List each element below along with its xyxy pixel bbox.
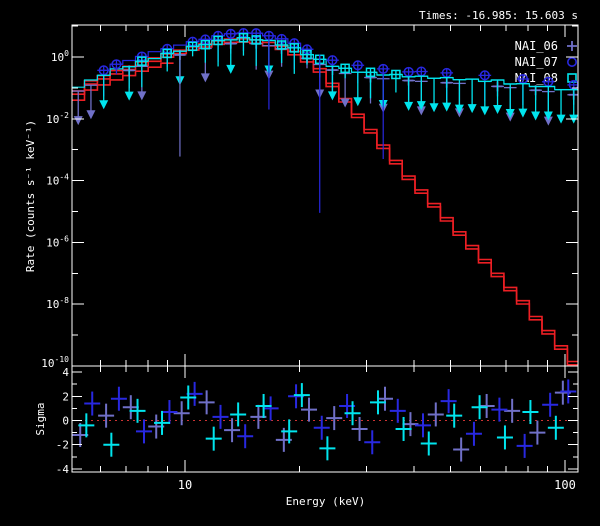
axes (71, 24, 579, 473)
upper-limit-arrow (518, 108, 528, 118)
svg-text:10: 10 (178, 478, 192, 492)
svg-text:2: 2 (62, 390, 69, 403)
upper-limit-arrow (531, 111, 541, 121)
spectral-fit-window: Times: -16.985: 15.603 s NAI_06 NAI_07 N… (0, 0, 600, 526)
model-line (72, 41, 578, 366)
upper-limit-arrow (442, 102, 452, 112)
upper-limit-arrow (99, 100, 109, 110)
x-axis-label: Energy (keV) (285, 495, 366, 508)
time-range-label: Times: -16.985: 15.603 s (419, 9, 578, 22)
spectrum-frame (71, 24, 579, 367)
svg-text:0: 0 (62, 415, 69, 428)
svg-text:-4: -4 (56, 463, 70, 476)
svg-text:4: 4 (62, 366, 69, 379)
upper-limit-arrow (429, 103, 439, 113)
sigma-axis-label: Sigma (34, 402, 47, 436)
upper-limit-arrow (340, 98, 350, 108)
sigma-frame (71, 365, 579, 473)
svg-text:100: 100 (554, 478, 576, 492)
upper-limit-arrow (493, 105, 503, 115)
upper-limit-arrow (353, 97, 363, 107)
rate-axis-label: Rate (counts s⁻¹ keV⁻¹) (24, 119, 37, 273)
svg-text:10-8: 10-8 (46, 296, 69, 311)
upper-limit-arrow (467, 104, 477, 114)
top-panel (72, 27, 578, 366)
upper-limit-arrow (137, 91, 147, 101)
svg-text:-2: -2 (56, 439, 69, 452)
svg-text:10-6: 10-6 (46, 234, 69, 249)
svg-text:10-2: 10-2 (46, 111, 69, 126)
upper-limit-arrow (86, 110, 96, 120)
upper-limit-arrow (404, 101, 414, 111)
sigma-panel (72, 379, 577, 462)
upper-limit-arrow (73, 116, 83, 126)
upper-limit-arrow (556, 114, 566, 124)
svg-text:100: 100 (51, 49, 69, 64)
series-NAI_08 (97, 32, 578, 124)
upper-limit-arrow (480, 106, 490, 116)
svg-text:10-4: 10-4 (46, 173, 69, 188)
upper-limit-arrow (327, 91, 337, 101)
upper-limit-arrow (226, 64, 236, 74)
spectrum-plot-svg: 10 10010010-210-410-610-810-10420-2-4 (41, 24, 579, 492)
tick-labels: 10 10010010-210-410-610-810-10420-2-4 (41, 49, 576, 492)
upper-limit-arrow (124, 91, 134, 101)
upper-limit-arrow (200, 73, 210, 83)
